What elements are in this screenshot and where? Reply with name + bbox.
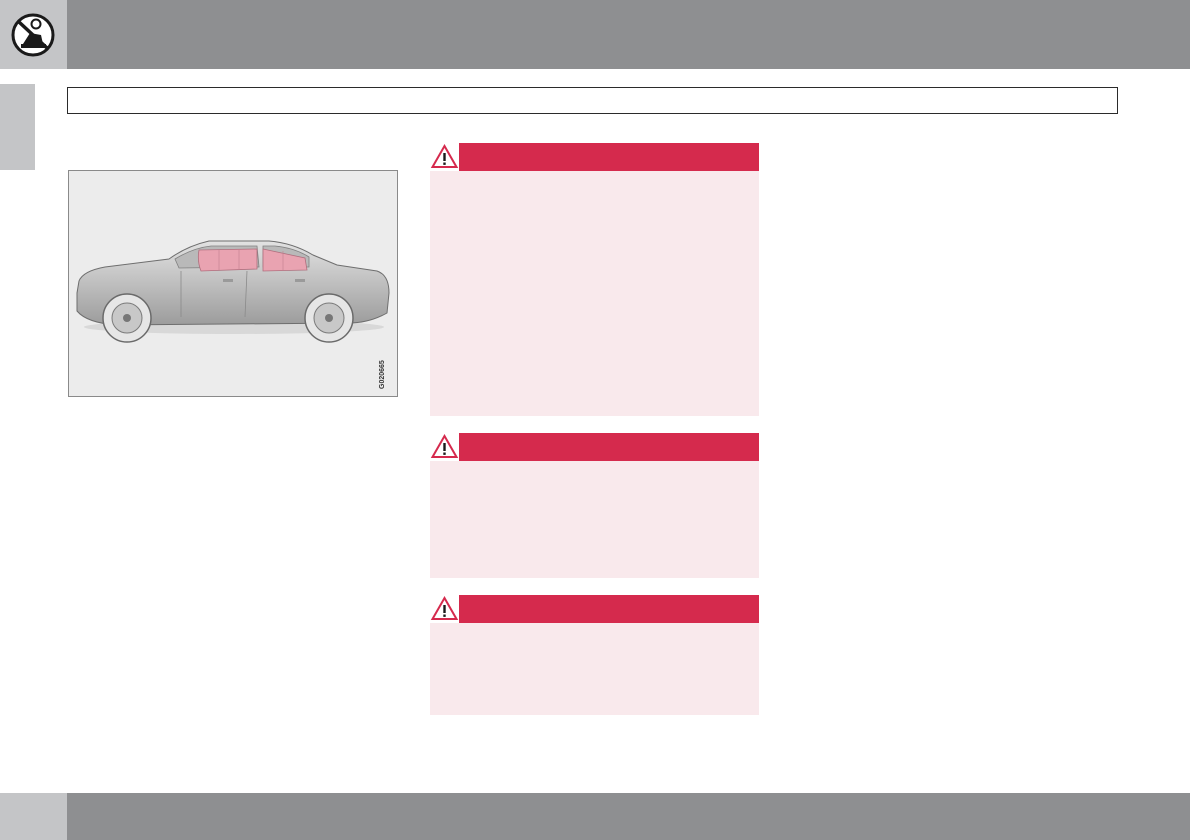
top-header-bar — [0, 0, 1190, 69]
warning-triangle-icon — [430, 143, 459, 171]
warning-box-1 — [430, 143, 759, 416]
page-number-box — [0, 793, 67, 840]
chapter-icon-box — [0, 0, 67, 69]
curtain-airbag-front — [197, 248, 258, 272]
section-header-frame — [67, 87, 1118, 114]
no-child-seat-airbag-icon — [11, 13, 55, 57]
chapter-side-tab[interactable] — [0, 84, 35, 170]
warning-triangle-icon — [430, 433, 459, 461]
warning-box-3 — [430, 595, 759, 715]
figure-code: G020665 — [379, 360, 386, 389]
car-side-view: G020665 — [76, 240, 390, 389]
warning-header-bar — [430, 433, 759, 461]
warning-box-2 — [430, 433, 759, 578]
bottom-footer-bar — [0, 793, 1190, 840]
warning-header-bar — [430, 143, 759, 171]
warning-triangle-icon — [430, 595, 459, 623]
curtain-airbag-illustration: G020665 — [68, 170, 398, 397]
warning-header-bar — [430, 595, 759, 623]
